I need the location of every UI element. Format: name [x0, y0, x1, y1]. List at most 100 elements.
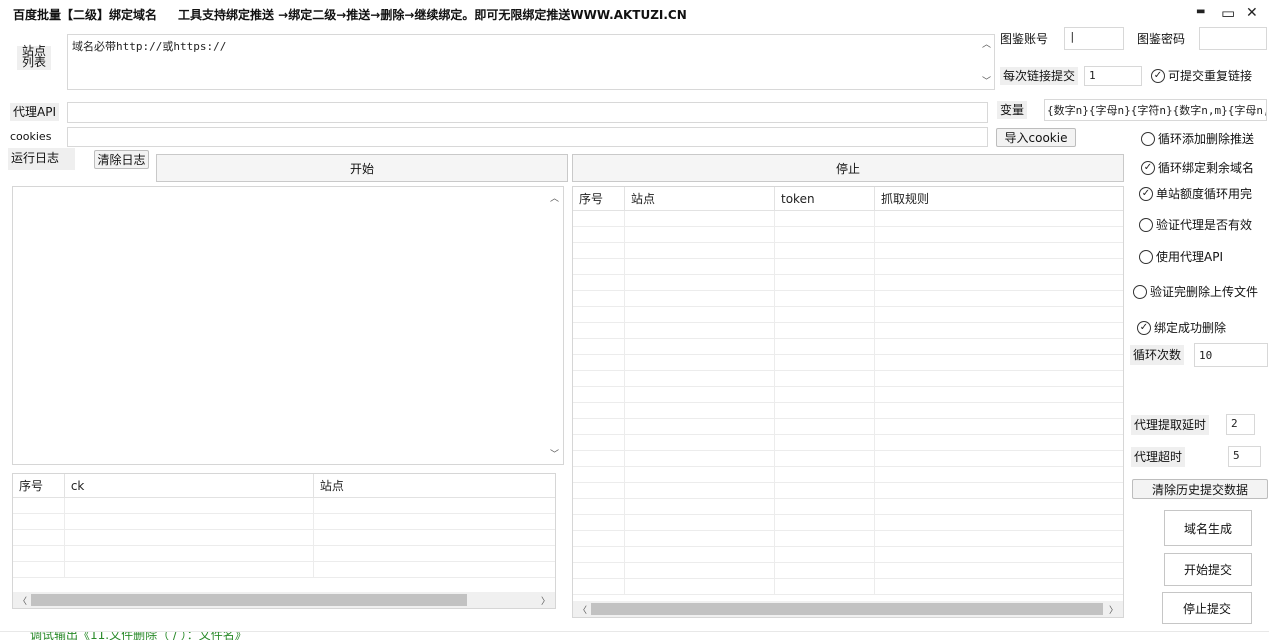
maximize-icon[interactable]: ▭: [1221, 4, 1235, 22]
option-use-proxy-api[interactable]: 使用代理API: [1139, 248, 1223, 265]
table-cell: [573, 307, 625, 322]
table-row[interactable]: [573, 387, 1123, 403]
table-row[interactable]: [573, 403, 1123, 419]
scroll-up-icon[interactable]: ︿: [550, 191, 559, 204]
table-cell: [775, 259, 875, 274]
column-header[interactable]: 序号: [13, 474, 65, 497]
table-cell: [625, 339, 775, 354]
proxy-timeout-input[interactable]: 5: [1228, 446, 1261, 467]
table-row[interactable]: [573, 531, 1123, 547]
stop-button[interactable]: 停止: [572, 154, 1124, 182]
clear-history-button[interactable]: 清除历史提交数据: [1132, 479, 1268, 499]
table-row[interactable]: [573, 483, 1123, 499]
site-table[interactable]: 序号 站点 token 抓取规则 〈 〉: [572, 186, 1124, 618]
table-row[interactable]: [573, 355, 1123, 371]
start-button[interactable]: 开始: [156, 154, 568, 182]
table-row[interactable]: [573, 323, 1123, 339]
scroll-right-icon[interactable]: 〉: [541, 594, 550, 607]
scroll-left-icon[interactable]: 〈: [578, 603, 587, 616]
check-icon: ✓: [1151, 68, 1165, 83]
column-header[interactable]: 序号: [573, 187, 625, 210]
table-row[interactable]: [573, 499, 1123, 515]
table-row[interactable]: [573, 339, 1123, 355]
table-row[interactable]: [573, 371, 1123, 387]
option-label: 循环添加删除推送: [1158, 132, 1255, 146]
table-row[interactable]: [573, 467, 1123, 483]
ck-table[interactable]: 序号 ck 站点 〈 〉: [12, 473, 556, 609]
option-allow-duplicate[interactable]: ✓ 可提交重复链接: [1151, 67, 1252, 84]
table-cell: [875, 371, 1123, 386]
column-header[interactable]: ck: [65, 474, 314, 497]
option-single-site-quota[interactable]: ✓ 单站额度循环用完: [1139, 185, 1252, 202]
variables-label: 变量: [997, 101, 1028, 119]
table-row[interactable]: [573, 515, 1123, 531]
table-row[interactable]: [13, 562, 555, 578]
loop-count-input[interactable]: 10: [1194, 343, 1268, 367]
table-row[interactable]: [573, 211, 1123, 227]
proxy-delay-input[interactable]: 2: [1226, 414, 1255, 435]
cookies-input[interactable]: [67, 127, 988, 147]
table-row[interactable]: [573, 563, 1123, 579]
option-verify-proxy[interactable]: 验证代理是否有效: [1139, 216, 1252, 233]
table-row[interactable]: [573, 579, 1123, 595]
import-cookie-button[interactable]: 导入cookie: [996, 128, 1076, 147]
table-row[interactable]: [573, 227, 1123, 243]
table-cell: [775, 371, 875, 386]
table-cell: [875, 243, 1123, 258]
table-cell: [875, 419, 1123, 434]
minimize-icon[interactable]: ▬: [1196, 6, 1205, 17]
table-row[interactable]: [573, 419, 1123, 435]
table-row[interactable]: [573, 291, 1123, 307]
generate-domains-button[interactable]: 域名生成: [1164, 510, 1252, 546]
table-cell: [625, 419, 775, 434]
start-submit-button[interactable]: 开始提交: [1164, 553, 1252, 586]
horizontal-scrollbar[interactable]: 〈 〉: [573, 601, 1123, 617]
scroll-thumb[interactable]: [31, 594, 467, 606]
table-cell: [775, 403, 875, 418]
proxy-api-input[interactable]: [67, 102, 988, 123]
column-header[interactable]: 站点: [625, 187, 775, 210]
scroll-thumb[interactable]: [591, 603, 1103, 615]
table-row[interactable]: [573, 243, 1123, 259]
table-row[interactable]: [573, 307, 1123, 323]
table-row[interactable]: [13, 514, 555, 530]
table-cell: [875, 499, 1123, 514]
table-row[interactable]: [13, 546, 555, 562]
option-delete-upload-after-verify[interactable]: 验证完删除上传文件: [1133, 283, 1258, 300]
scroll-right-icon[interactable]: 〉: [1109, 603, 1118, 616]
scroll-down-icon[interactable]: ﹀: [550, 447, 559, 460]
option-loop-add-delete-push[interactable]: 循环添加删除推送: [1141, 130, 1254, 147]
column-header[interactable]: 站点: [314, 474, 555, 497]
option-loop-bind-remaining[interactable]: ✓ 循环绑定剩余域名: [1141, 159, 1254, 176]
ocr-account-input[interactable]: |: [1064, 27, 1124, 50]
close-icon[interactable]: ✕: [1246, 5, 1258, 21]
table-row[interactable]: [573, 451, 1123, 467]
links-per-submit-input[interactable]: 1: [1084, 66, 1142, 86]
scroll-up-icon[interactable]: ︿: [982, 37, 991, 50]
table-row[interactable]: [573, 275, 1123, 291]
table-row[interactable]: [573, 435, 1123, 451]
scroll-left-icon[interactable]: 〈: [18, 594, 27, 607]
stop-submit-button[interactable]: 停止提交: [1162, 592, 1252, 624]
sites-textarea[interactable]: 域名必带http://或https:// ︿ ﹀: [67, 34, 995, 90]
option-label: 单站额度循环用完: [1156, 187, 1253, 201]
scroll-down-icon[interactable]: ﹀: [982, 74, 991, 87]
option-delete-on-bind-success[interactable]: ✓ 绑定成功删除: [1137, 319, 1226, 336]
site-table-body: [573, 211, 1123, 595]
table-row[interactable]: [13, 498, 555, 514]
column-header[interactable]: token: [775, 187, 875, 210]
table-row[interactable]: [573, 259, 1123, 275]
table-cell: [625, 323, 775, 338]
table-cell: [775, 435, 875, 450]
table-cell: [775, 387, 875, 402]
variables-input[interactable]: {数字n}{字母n}{字符n}{数字n,m}{字母n,: [1044, 99, 1267, 121]
clear-log-button[interactable]: 清除日志: [94, 150, 149, 169]
table-cell: [775, 467, 875, 482]
column-header[interactable]: 抓取规则: [875, 187, 1123, 210]
horizontal-scrollbar[interactable]: 〈 〉: [13, 592, 555, 608]
ocr-password-input[interactable]: [1199, 27, 1267, 50]
log-output[interactable]: ︿ ﹀: [12, 186, 564, 465]
table-row[interactable]: [13, 530, 555, 546]
table-cell: [875, 227, 1123, 242]
table-row[interactable]: [573, 547, 1123, 563]
